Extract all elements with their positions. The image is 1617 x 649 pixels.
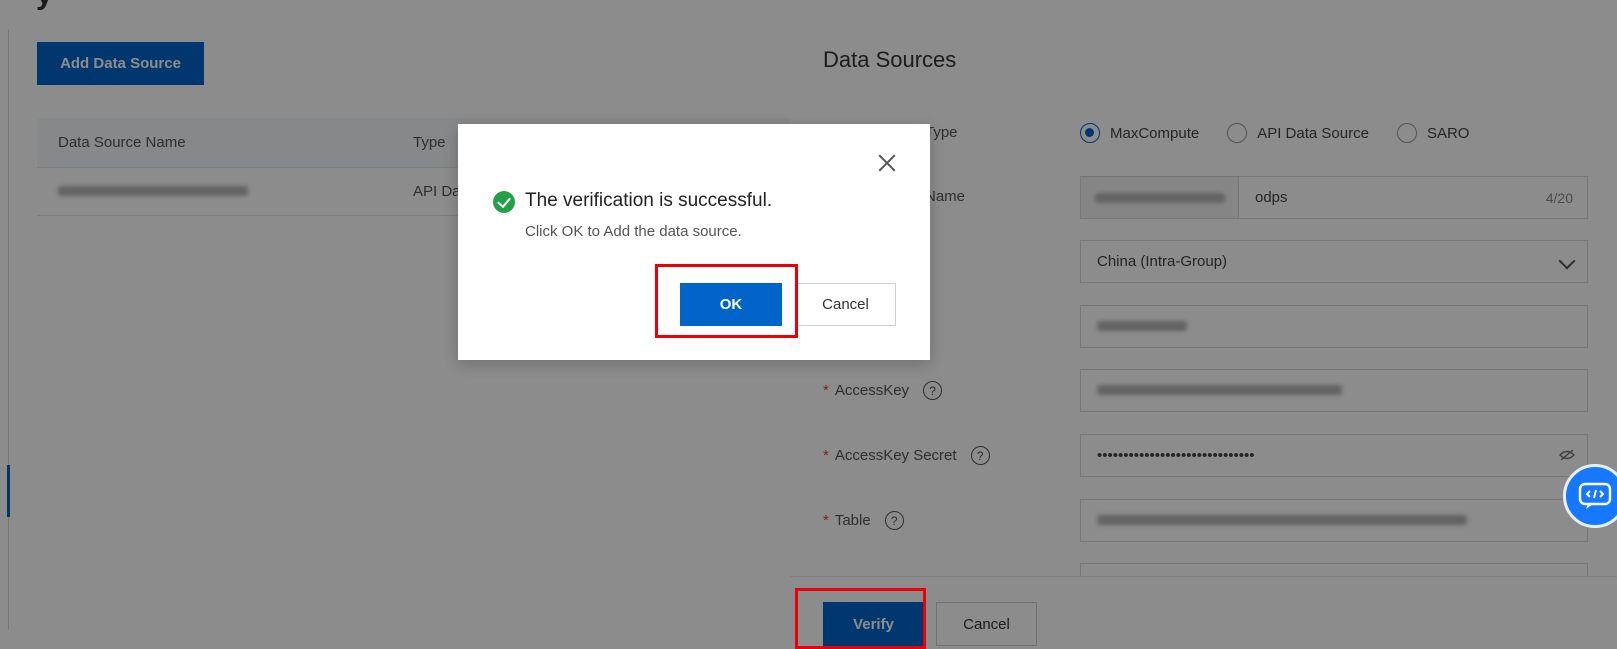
ok-highlight-box [655,264,798,338]
dialog-title: The verification is successful. [525,190,773,211]
verify-highlight-box [795,588,926,649]
dialog-message: Click OK to Add the data source. [525,223,742,240]
check-circle-icon [493,191,515,213]
close-icon[interactable] [876,152,898,174]
dialog-cancel-button[interactable]: Cancel [795,283,896,326]
